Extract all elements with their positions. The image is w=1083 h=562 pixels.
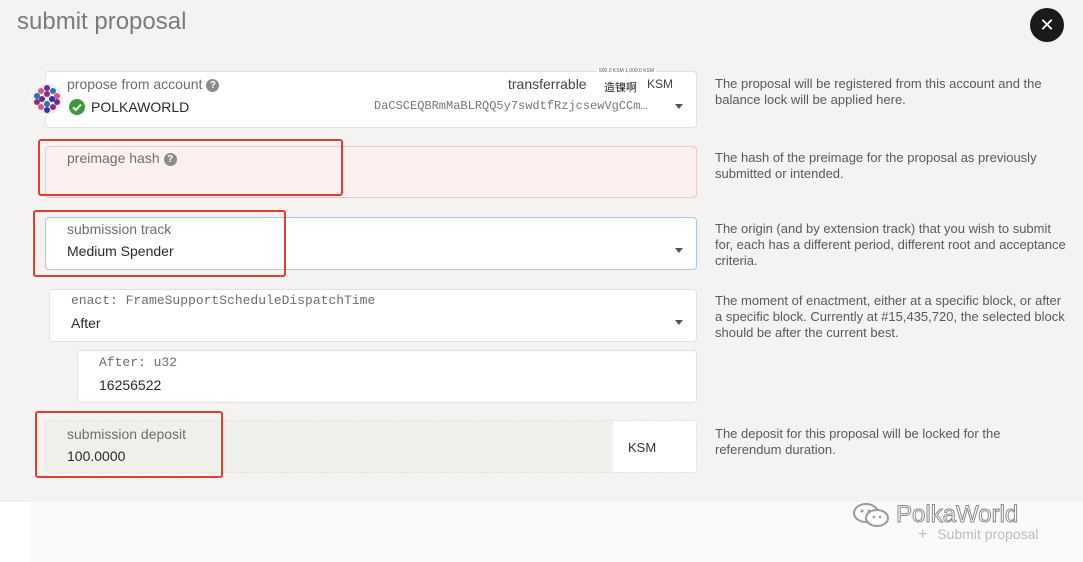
balance-tiny: 500.0 KSM 1,000.0 KSM [597,67,657,75]
balance-unit: KSM [647,77,674,91]
account-address: DaCSCEQBRmMaBLRQQ5y7swdtfRzjcsewVgCCm… [374,99,648,113]
help-icon[interactable]: ? [206,78,220,92]
after-label: After: u32 [99,355,178,370]
track-dropdown-caret[interactable] [675,248,683,253]
submit-proposal-button[interactable]: + Submit proposal [918,526,1039,544]
enact-dropdown-caret[interactable] [675,320,683,325]
account-help-text: The proposal will be registered from thi… [715,76,1042,107]
enact-value: After [71,315,101,331]
deposit-value: 100.0000 [67,448,126,464]
account-dropdown-caret[interactable] [675,104,683,109]
help-icon[interactable]: ? [163,152,177,166]
close-icon: ✕ [1039,14,1055,35]
wechat-logo-icon [852,502,892,528]
account-label: propose from account? [67,76,220,92]
track-help-text: The origin (and by extension track) that… [715,221,1066,268]
enact-help-text: The moment of enactment, either at a spe… [715,293,1065,340]
deposit-help-text: The deposit for this proposal will be lo… [715,426,1001,457]
plus-icon: + [918,526,928,543]
account-name: POLKAWORLD [91,99,190,115]
track-value: Medium Spender [67,243,174,259]
account-verified-icon [69,99,85,115]
watermark-text: PolkaWorld [895,501,1019,529]
submit-label: Submit proposal [937,526,1039,542]
watermark: PolkaWorld [852,501,1019,529]
close-button[interactable]: ✕ [1030,8,1064,42]
deposit-label: submission deposit [67,426,187,442]
preimage-label: preimage hash? [67,150,177,166]
track-label: submission track [67,221,172,237]
deposit-unit: KSM [628,440,657,455]
preimage-help-text: The hash of the preimage for the proposa… [715,150,1037,181]
after-value: 16256522 [99,377,162,393]
balance-value: 造镍啊 [604,82,637,94]
transferrable-label: transferrable [508,76,587,92]
enact-label: enact: FrameSupportScheduleDispatchTime [71,293,376,308]
account-identicon [30,82,64,116]
page-title: submit proposal [17,8,187,35]
